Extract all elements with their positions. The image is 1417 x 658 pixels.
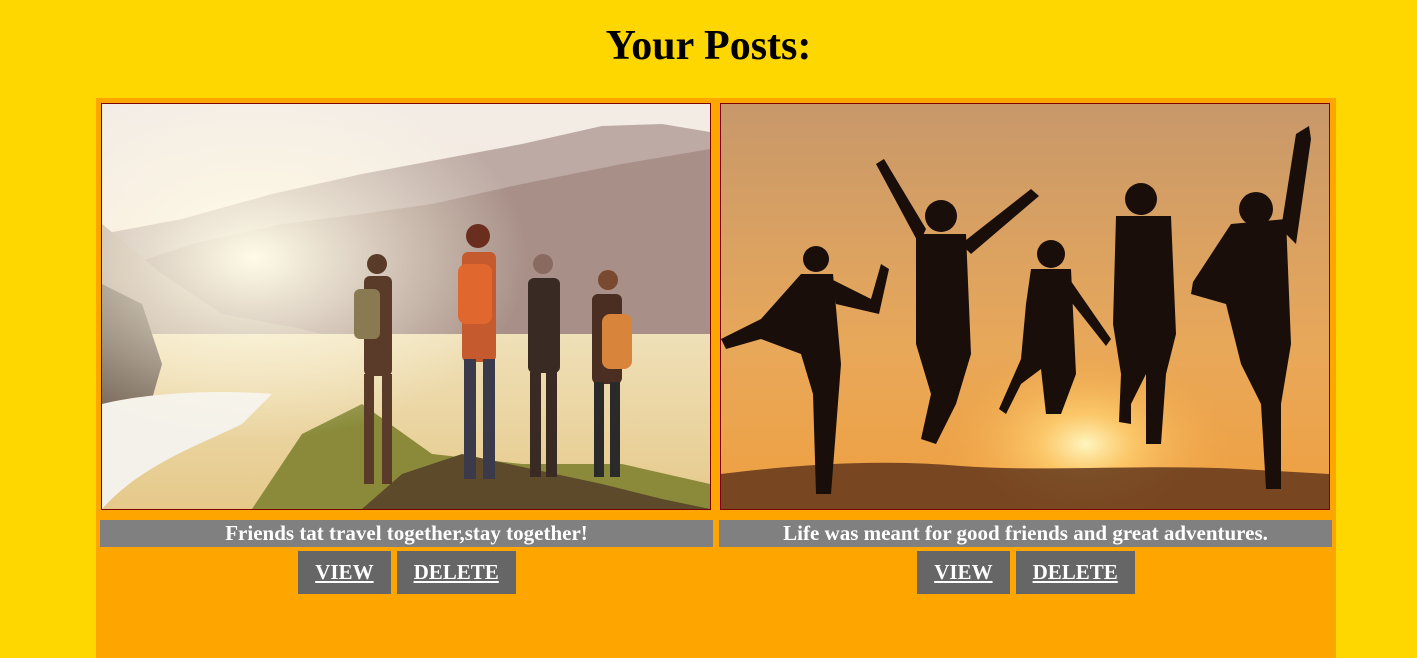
page-title: Your Posts:: [605, 23, 812, 69]
post-image-friends-jumping: [720, 103, 1330, 510]
posts-container: Friends tat travel together,stay togethe…: [96, 98, 1336, 658]
post-card: Life was meant for good friends and grea…: [719, 103, 1333, 594]
post-actions: VIEW DELETE: [100, 551, 714, 594]
view-button[interactable]: VIEW: [298, 551, 391, 594]
delete-button[interactable]: DELETE: [396, 551, 516, 594]
post-actions: VIEW DELETE: [719, 551, 1333, 594]
post-caption: Friends tat travel together,stay togethe…: [100, 520, 713, 547]
view-button[interactable]: VIEW: [917, 551, 1010, 594]
post-card: Friends tat travel together,stay togethe…: [100, 103, 714, 594]
post-image-friends-hiking: [101, 103, 711, 510]
delete-button[interactable]: DELETE: [1015, 551, 1135, 594]
post-caption: Life was meant for good friends and grea…: [719, 520, 1332, 547]
